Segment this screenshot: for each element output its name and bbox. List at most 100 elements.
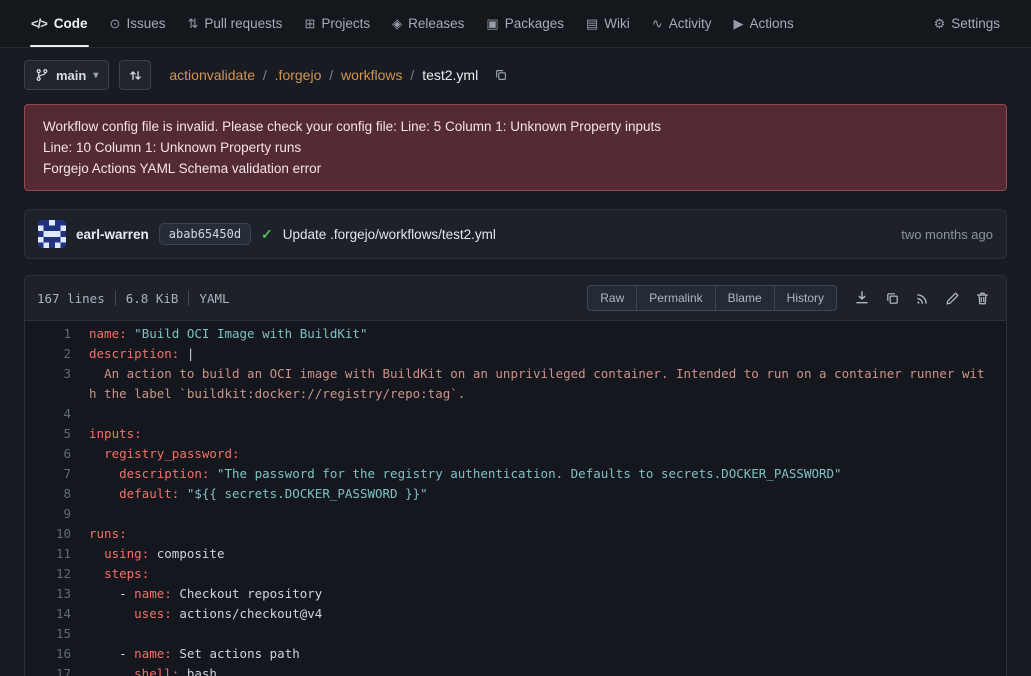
meta-divider <box>115 291 116 306</box>
file-view: 167 lines 6.8 KiB YAML RawPermalinkBlame… <box>24 275 1007 676</box>
line-number[interactable]: 2 <box>25 344 89 364</box>
copy-path-button[interactable] <box>494 68 508 82</box>
delete-file-button[interactable] <box>975 291 990 306</box>
branch-name: main <box>56 68 86 83</box>
trash-icon <box>975 291 990 306</box>
line-number[interactable]: 10 <box>25 524 89 544</box>
line-content: steps: <box>89 564 1006 584</box>
line-number[interactable]: 15 <box>25 624 89 644</box>
download-button[interactable] <box>854 290 870 306</box>
history-button[interactable]: History <box>774 285 837 311</box>
nav-item-label: Projects <box>321 16 370 31</box>
code-line: 9 <box>25 504 1006 524</box>
line-number[interactable]: 4 <box>25 404 89 424</box>
pencil-icon <box>945 291 960 306</box>
nav-item-issues[interactable]: ⊙Issues <box>99 0 177 47</box>
line-number[interactable]: 11 <box>25 544 89 564</box>
actions-icon: ▶ <box>733 16 742 32</box>
compare-button[interactable] <box>119 60 151 90</box>
line-number[interactable]: 16 <box>25 644 89 664</box>
packages-icon: ▣ <box>486 16 497 32</box>
line-number[interactable]: 13 <box>25 584 89 604</box>
nav-item-label: Actions <box>749 16 793 31</box>
wiki-icon: ▤ <box>586 16 597 32</box>
line-number[interactable]: 1 <box>25 324 89 344</box>
breadcrumb-separator: / <box>259 67 271 83</box>
releases-icon: ◈ <box>392 16 401 32</box>
file-action-icons <box>854 290 990 306</box>
line-content <box>89 624 1006 644</box>
pull-request-icon: ⇅ <box>187 16 197 32</box>
nav-item-packages[interactable]: ▣Packages <box>475 0 575 47</box>
nav-item-activity[interactable]: ∿Activity <box>641 0 723 47</box>
line-number[interactable]: 7 <box>25 464 89 484</box>
code-line: 6 registry_password: <box>25 444 1006 464</box>
nav-item-label: Activity <box>669 16 712 31</box>
commit-author[interactable]: earl-warren <box>76 227 149 242</box>
breadcrumb: actionvalidate / .forgejo / workflows / … <box>169 67 478 83</box>
nav-item-wiki[interactable]: ▤ Wiki <box>575 0 641 47</box>
code-line: 16 - name: Set actions path <box>25 644 1006 664</box>
rss-feed-button[interactable] <box>915 291 930 306</box>
breadcrumb-segment[interactable]: actionvalidate <box>169 67 255 83</box>
nav-item-actions[interactable]: ▶ Actions <box>722 0 804 47</box>
commit-sha[interactable]: abab65450d <box>159 223 251 245</box>
line-number[interactable]: 12 <box>25 564 89 584</box>
code-line: 1name: "Build OCI Image with BuildKit" <box>25 324 1006 344</box>
chevron-down-icon: ▾ <box>93 70 98 81</box>
code-line: 12 steps: <box>25 564 1006 584</box>
line-content: default: "${{ secrets.DOCKER_PASSWORD }}… <box>89 484 1006 504</box>
code-line: 17 shell: bash <box>25 664 1006 676</box>
projects-icon: ⊞ <box>304 16 314 32</box>
code-line: 11 using: composite <box>25 544 1006 564</box>
meta-divider <box>188 291 189 306</box>
line-number[interactable]: 9 <box>25 504 89 524</box>
nav-item-settings[interactable]: ⚙Settings <box>923 0 1011 47</box>
commit-message[interactable]: Update .forgejo/workflows/test2.yml <box>283 227 496 242</box>
line-content: - name: Checkout repository <box>89 584 1006 604</box>
nav-item-pull-requests[interactable]: ⇅Pull requests <box>176 0 293 47</box>
line-number[interactable]: 14 <box>25 604 89 624</box>
commit-status-check-icon[interactable]: ✓ <box>261 226 273 243</box>
git-branch-icon <box>35 68 49 82</box>
nav-item-code[interactable]: </>Code <box>20 0 99 47</box>
line-number[interactable]: 5 <box>25 424 89 444</box>
line-number[interactable]: 17 <box>25 664 89 676</box>
branch-selector[interactable]: main ▾ <box>24 60 109 90</box>
code-viewer: 1name: "Build OCI Image with BuildKit"2d… <box>25 321 1006 676</box>
line-content <box>89 504 1006 524</box>
blame-button[interactable]: Blame <box>715 285 775 311</box>
copy-content-button[interactable] <box>885 291 900 306</box>
rss-icon <box>915 291 930 306</box>
permalink-button[interactable]: Permalink <box>636 285 715 311</box>
nav-item-label: Wiki <box>604 16 630 31</box>
breadcrumb-file-name: test2.yml <box>422 67 478 83</box>
code-line: 14 uses: actions/checkout@v4 <box>25 604 1006 624</box>
file-view-buttons: RawPermalinkBlameHistory <box>587 285 837 311</box>
raw-button[interactable]: Raw <box>587 285 637 311</box>
code-line: 4 <box>25 404 1006 424</box>
line-content: description: | <box>89 344 1006 364</box>
avatar[interactable] <box>38 220 66 248</box>
breadcrumb-segment[interactable]: .forgejo <box>275 67 322 83</box>
error-banner: Workflow config file is invalid. Please … <box>24 104 1007 191</box>
line-number[interactable]: 3 <box>25 364 89 404</box>
file-header: 167 lines 6.8 KiB YAML RawPermalinkBlame… <box>25 276 1006 321</box>
breadcrumb-segment[interactable]: workflows <box>341 67 402 83</box>
branch-bar: main ▾ actionvalidate / .forgejo / workf… <box>0 48 1031 102</box>
line-number[interactable]: 6 <box>25 444 89 464</box>
nav-item-label: Code <box>54 16 88 31</box>
line-content: name: "Build OCI Image with BuildKit" <box>89 324 1006 344</box>
code-line: 2description: | <box>25 344 1006 364</box>
settings-icon: ⚙ <box>934 16 945 32</box>
line-content: - name: Set actions path <box>89 644 1006 664</box>
code-line: 15 <box>25 624 1006 644</box>
error-message-line: Workflow config file is invalid. Please … <box>43 116 988 137</box>
commit-bar: earl-warren abab65450d ✓ Update .forgejo… <box>24 209 1007 259</box>
nav-item-projects[interactable]: ⊞ Projects <box>293 0 381 47</box>
edit-file-button[interactable] <box>945 291 960 306</box>
breadcrumb-separator: / <box>325 67 337 83</box>
line-number[interactable]: 8 <box>25 484 89 504</box>
nav-item-releases[interactable]: ◈Releases <box>381 0 475 47</box>
download-icon <box>854 290 870 306</box>
